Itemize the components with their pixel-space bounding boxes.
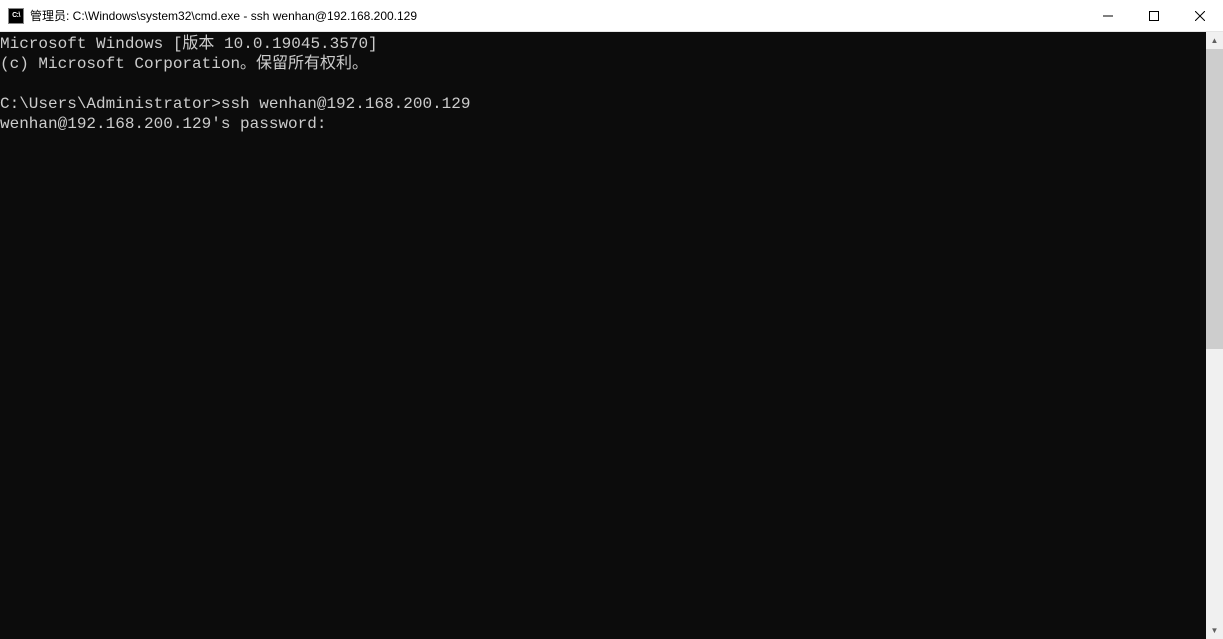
minimize-button[interactable] (1085, 0, 1131, 31)
maximize-button[interactable] (1131, 0, 1177, 31)
close-icon (1195, 11, 1205, 21)
terminal-line: wenhan@192.168.200.129's password: (0, 115, 326, 133)
scroll-track[interactable] (1206, 49, 1223, 622)
minimize-icon (1103, 11, 1113, 21)
terminal-line: C:\Users\Administrator>ssh wenhan@192.16… (0, 95, 470, 113)
scroll-thumb[interactable] (1206, 49, 1223, 349)
window-controls (1085, 0, 1223, 31)
window-title: 管理员: C:\Windows\system32\cmd.exe - ssh w… (30, 7, 1085, 24)
terminal-output[interactable]: Microsoft Windows [版本 10.0.19045.3570] (… (0, 32, 1206, 639)
window-titlebar: C:\ 管理员: C:\Windows\system32\cmd.exe - s… (0, 0, 1223, 32)
cmd-icon: C:\ (8, 8, 24, 24)
content-area: Microsoft Windows [版本 10.0.19045.3570] (… (0, 32, 1223, 639)
scroll-down-arrow-icon[interactable]: ▼ (1206, 622, 1223, 639)
terminal-line: Microsoft Windows [版本 10.0.19045.3570] (0, 35, 378, 53)
close-button[interactable] (1177, 0, 1223, 31)
scroll-up-arrow-icon[interactable]: ▲ (1206, 32, 1223, 49)
maximize-icon (1149, 11, 1159, 21)
vertical-scrollbar[interactable]: ▲ ▼ (1206, 32, 1223, 639)
terminal-line: (c) Microsoft Corporation。保留所有权利。 (0, 55, 368, 73)
